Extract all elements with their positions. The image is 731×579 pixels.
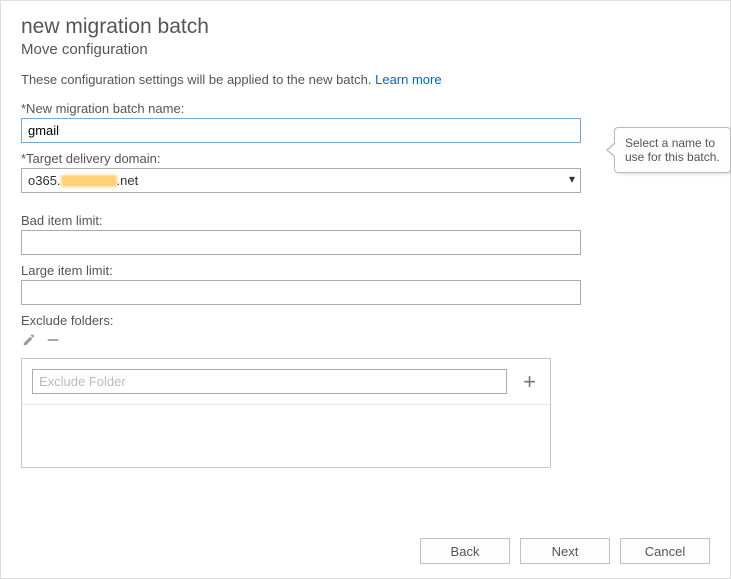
help-callout: Select a name to use for this batch.: [614, 127, 731, 173]
large-item-limit-label: Large item limit:: [21, 263, 581, 278]
page-title: new migration batch: [21, 15, 710, 39]
help-callout-text: Select a name to use for this batch.: [625, 136, 720, 164]
cancel-button[interactable]: Cancel: [620, 538, 710, 564]
learn-more-link[interactable]: Learn more: [375, 72, 441, 87]
bad-item-limit-input[interactable]: [21, 230, 581, 255]
exclude-folder-list: [22, 405, 550, 467]
exclude-folders-label: Exclude folders:: [21, 313, 581, 328]
domain-redacted: [61, 175, 117, 187]
domain-prefix: o365.: [28, 173, 61, 188]
add-icon[interactable]: +: [519, 371, 540, 393]
target-domain-select[interactable]: o365. .net: [21, 168, 581, 193]
edit-icon[interactable]: [21, 332, 37, 348]
remove-icon[interactable]: [45, 332, 61, 348]
description-text: These configuration settings will be app…: [21, 72, 710, 87]
exclude-folder-input[interactable]: [32, 369, 507, 394]
exclude-folder-box: +: [21, 358, 551, 468]
page-subtitle: Move configuration: [21, 41, 710, 58]
target-domain-label: *Target delivery domain:: [21, 151, 581, 166]
next-button[interactable]: Next: [520, 538, 610, 564]
description-body: These configuration settings will be app…: [21, 72, 375, 87]
batch-name-label: *New migration batch name:: [21, 101, 581, 116]
batch-name-input[interactable]: [21, 118, 581, 143]
large-item-limit-input[interactable]: [21, 280, 581, 305]
back-button[interactable]: Back: [420, 538, 510, 564]
bad-item-limit-label: Bad item limit:: [21, 213, 581, 228]
domain-suffix: .net: [117, 173, 139, 188]
